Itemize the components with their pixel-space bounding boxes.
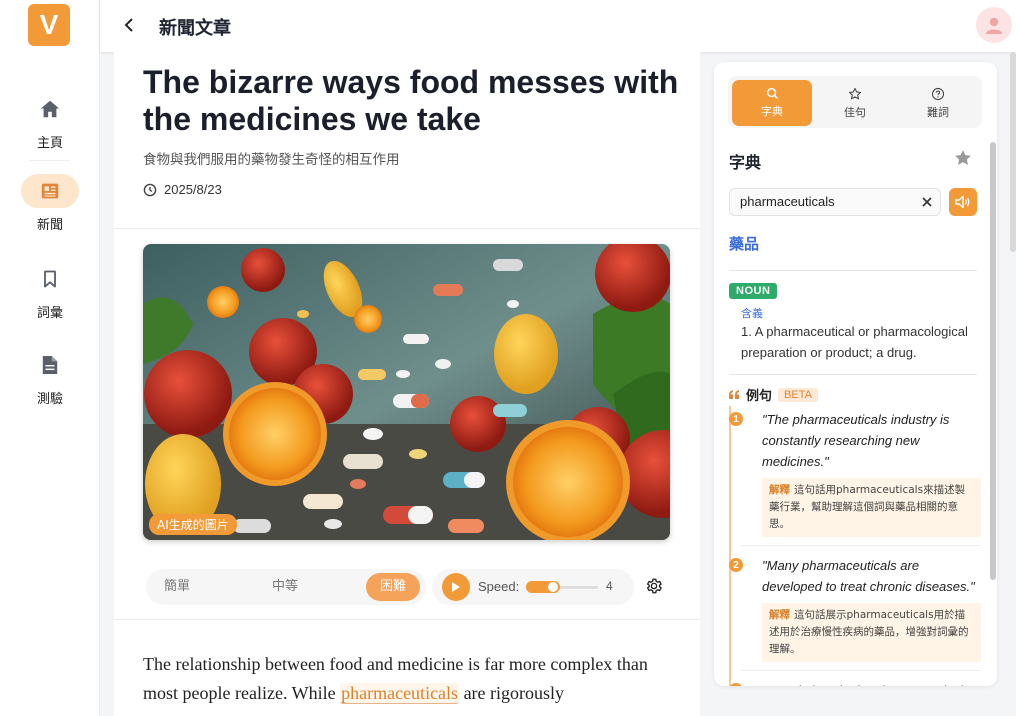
clear-button[interactable] (922, 194, 932, 210)
article-image: AI生成的圖片 (143, 244, 670, 540)
chevron-left-icon (124, 18, 133, 32)
favorite-button[interactable] (953, 148, 973, 173)
body-text-end: are rigorously (459, 683, 565, 703)
window-scrollbar[interactable] (1010, 52, 1016, 252)
star-icon (955, 150, 971, 165)
level-easy-button[interactable]: 簡單 (150, 573, 204, 601)
food-and-pills-illustration (143, 244, 670, 540)
divider (114, 228, 700, 229)
divider (741, 670, 981, 671)
article-date: 2025/8/23 (143, 182, 222, 197)
example-number: 2 (729, 558, 743, 572)
sidebar-item-home[interactable]: 主頁 (0, 92, 100, 151)
beta-badge: BETA (778, 387, 818, 402)
divider (729, 270, 977, 271)
translation: 藥品 (729, 235, 760, 253)
document-icon (21, 348, 79, 382)
difficulty-selector: 簡單 中等 困難 (146, 569, 426, 605)
search-input[interactable] (740, 194, 910, 209)
page-title: 新聞文章 (159, 18, 231, 39)
tab-label: 字典 (761, 105, 783, 118)
divider (741, 545, 981, 546)
quote-icon (729, 390, 739, 399)
sidebar-item-label: 新聞 (36, 218, 63, 233)
panel-title: 字典 (729, 153, 762, 172)
level-medium-button[interactable]: 中等 (258, 573, 312, 601)
bookmark-icon (21, 262, 79, 296)
sidebar: V 主頁 新聞 詞彙 測驗 (0, 0, 100, 716)
slider-knob[interactable] (548, 582, 558, 592)
example-item: 1 "The pharmaceuticals industry is const… (729, 406, 981, 537)
dictionary-search (729, 188, 941, 216)
panel-scrollbar[interactable] (990, 142, 996, 580)
panel-tabs: 字典 佳句 難詞 (728, 76, 982, 128)
divider (114, 619, 700, 620)
examples-list: 1 "The pharmaceuticals industry is const… (729, 406, 981, 686)
speaker-icon (955, 195, 970, 209)
level-hard-button[interactable]: 困難 (366, 573, 420, 601)
clock-icon (143, 183, 157, 196)
close-icon (922, 197, 932, 207)
top-bar: 新聞文章 (100, 0, 1016, 52)
speed-value: 4 (606, 579, 613, 593)
example-sentence: "The pharmaceuticals industry is constan… (762, 412, 950, 469)
user-icon (986, 17, 1002, 34)
logo-letter: V (39, 9, 59, 40)
example-item: 2 "Many pharmaceuticals are developed to… (729, 552, 981, 662)
meaning-label: 含義 (741, 307, 763, 320)
gear-icon (646, 578, 662, 594)
divider (729, 374, 977, 375)
play-button[interactable] (442, 573, 470, 601)
part-of-speech-badge: NOUN (729, 283, 778, 299)
help-icon (931, 87, 945, 100)
example-explanation: 解釋 這句話展示pharmaceuticals用於描述用於治療慢性疾病的藥品，增強… (762, 603, 981, 662)
example-sentence: "Many pharmaceuticals are developed to t… (762, 558, 975, 594)
article-body: The relationship between food and medici… (143, 650, 683, 708)
article-subtitle: 食物與我們服用的藥物發生奇怪的相互作用 (143, 152, 400, 168)
article-headline: The bizarre ways food messes with the me… (143, 64, 679, 137)
explanation-label: 解釋 (769, 609, 790, 621)
avatar[interactable] (976, 7, 1012, 43)
tab-dictionary[interactable]: 字典 (732, 80, 812, 126)
search-icon (766, 87, 778, 100)
sidebar-item-label: 測驗 (36, 392, 63, 407)
article-panel: The bizarre ways food messes with the me… (114, 52, 700, 716)
newspaper-icon (21, 174, 79, 208)
explanation-label: 解釋 (769, 484, 790, 496)
tab-label: 難詞 (927, 105, 949, 119)
pronounce-button[interactable] (949, 188, 977, 216)
example-explanation: 解釋 這句話用pharmaceuticals來描述製藥行業，幫助理解這個詞與藥品相… (762, 478, 981, 537)
sidebar-item-news[interactable]: 新聞 (0, 174, 100, 233)
audio-controls: Speed: 4 (432, 569, 634, 605)
tab-label: 佳句 (844, 105, 866, 119)
example-number: 1 (729, 412, 743, 426)
star-icon (848, 87, 862, 99)
date-text: 2025/8/23 (164, 182, 222, 197)
tab-difficult-words[interactable]: 難詞 (898, 80, 978, 126)
app-logo[interactable]: V (28, 4, 70, 46)
example-sentence: "Regulations in the pharmaceuticals (741, 677, 981, 686)
play-icon (452, 582, 460, 592)
sidebar-item-quiz[interactable]: 測驗 (0, 348, 100, 407)
nav-divider (30, 160, 70, 161)
home-icon (21, 92, 79, 126)
definition: 1. A pharmaceutical or pharmacological p… (741, 324, 968, 360)
speed-label: Speed: (478, 579, 520, 594)
speed-slider[interactable] (526, 581, 598, 593)
tab-sentences[interactable]: 佳句 (815, 80, 895, 126)
explanation-text: 這句話用pharmaceuticals來描述製藥行業，幫助理解這個詞與藥品相關的… (769, 484, 966, 530)
explanation-text: 這句話展示pharmaceuticals用於描述用於治療慢性疾病的藥品，增強對詞… (769, 609, 969, 655)
sidebar-item-label: 詞彙 (36, 306, 63, 321)
sidebar-item-label: 主頁 (36, 136, 63, 151)
back-button[interactable] (118, 14, 140, 36)
highlighted-word[interactable]: pharmaceuticals (340, 683, 460, 704)
ai-generated-badge: AI生成的圖片 (149, 514, 237, 535)
examples-header: 例句 BETA (729, 385, 818, 404)
example-item: 3 "Regulations in the pharmaceuticals (729, 677, 981, 686)
settings-button[interactable] (645, 577, 663, 600)
sidebar-item-vocabulary[interactable]: 詞彙 (0, 262, 100, 321)
examples-label: 例句 (746, 389, 773, 404)
dictionary-panel: 字典 佳句 難詞 字典 藥品 NOUN 含義 1. A pharmaceutic… (714, 62, 997, 686)
